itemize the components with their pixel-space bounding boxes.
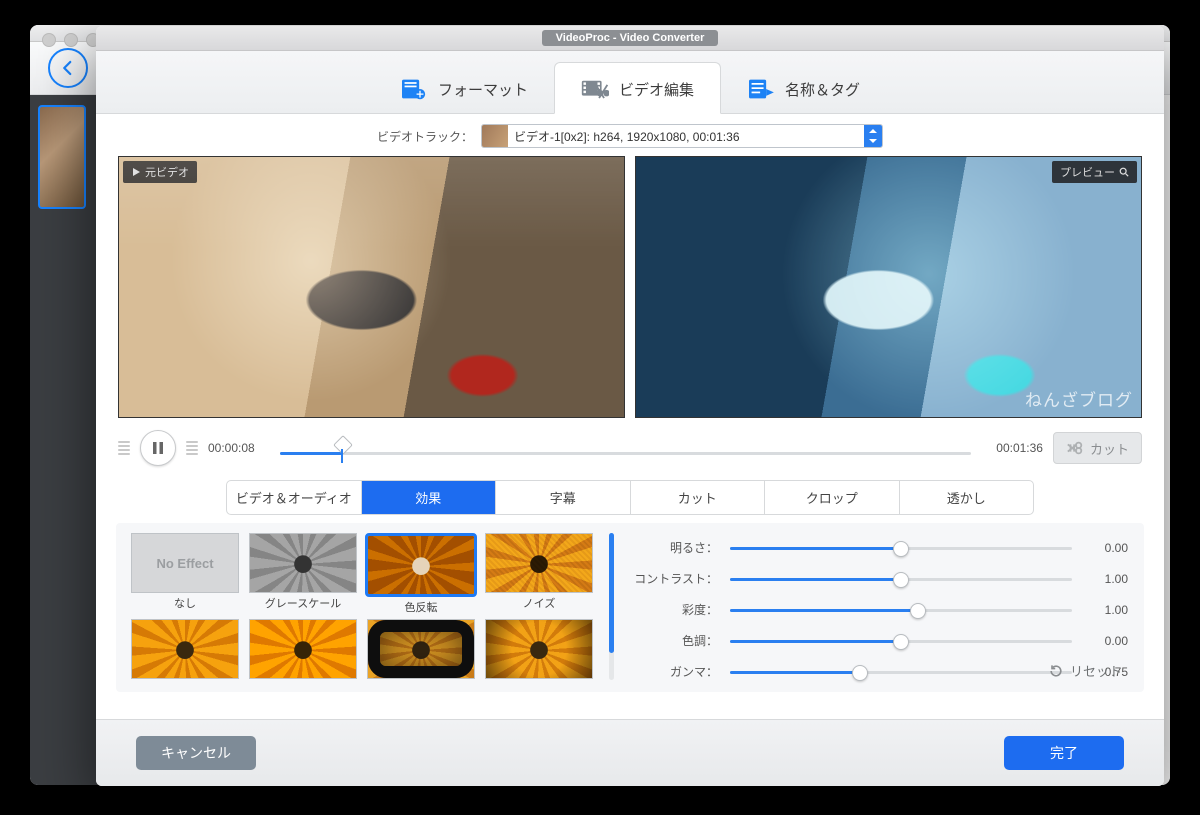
tab-video-edit[interactable]: ビデオ編集 (554, 62, 721, 114)
video-track-select[interactable]: ビデオ-1[0x2]: h264, 1920x1080, 00:01:36 (481, 124, 883, 148)
tab-video-edit-label: ビデオ編集 (619, 79, 694, 100)
reset-button[interactable]: リセット (1048, 661, 1122, 680)
effects-scrollbar[interactable] (606, 533, 614, 680)
magnify-icon (1119, 167, 1129, 177)
sub-tabs: ビデオ＆オーディオ 効果 字幕 カット クロップ 透かし (226, 480, 1034, 515)
done-button[interactable]: 完了 (1004, 736, 1124, 770)
preview-row: 元ビデオ プレビュー ねんざブログ (96, 152, 1164, 418)
tab-name-tag-label: 名称＆タグ (785, 79, 860, 100)
slider-contrast: コントラスト： 1.00 (628, 570, 1128, 587)
time-total: 00:01:36 (981, 441, 1043, 455)
minimize-dot[interactable] (64, 33, 78, 47)
effect-r2-0[interactable] (132, 619, 238, 679)
back-button[interactable] (48, 48, 88, 88)
effect-noise-thumb (485, 533, 593, 593)
reset-icon (1048, 663, 1064, 679)
slider-hue-track[interactable] (730, 634, 1072, 648)
close-dot[interactable] (42, 33, 56, 47)
subtab-effect[interactable]: 効果 (361, 481, 496, 514)
result-preview: プレビュー ねんざブログ (635, 156, 1142, 418)
tab-format-label: フォーマット (438, 79, 528, 100)
tab-format[interactable]: フォーマット (374, 63, 554, 113)
tab-name-tag[interactable]: 名称＆タグ (721, 63, 886, 113)
effect-noise[interactable]: ノイズ (486, 533, 592, 615)
effects-grid: No Effect なし グレースケール 色反転 ノイズ (132, 533, 592, 680)
effect-r2-3[interactable] (486, 619, 592, 679)
modal-titlebar: VideoProc - Video Converter (96, 26, 1164, 51)
subtab-crop[interactable]: クロップ (764, 481, 899, 514)
preview-badge[interactable]: プレビュー (1052, 161, 1137, 183)
source-badge: 元ビデオ (123, 161, 197, 183)
watermark-text: ねんざブログ (1025, 386, 1133, 411)
subtab-va[interactable]: ビデオ＆オーディオ (227, 481, 361, 514)
scissors-icon (1066, 440, 1084, 456)
effect-invert-thumb (365, 533, 477, 597)
effect-r2-1[interactable] (250, 619, 356, 679)
track-thumb-icon (482, 125, 508, 147)
slider-contrast-track[interactable] (730, 572, 1072, 586)
modal-title: VideoProc - Video Converter (542, 30, 719, 46)
effect-r2-2[interactable] (368, 619, 474, 679)
top-tabs: フォーマット ビデオ編集 名称＆タグ (96, 51, 1164, 114)
slider-gamma-track[interactable] (730, 665, 1072, 679)
video-track-row: ビデオトラック： ビデオ-1[0x2]: h264, 1920x1080, 00… (96, 114, 1164, 152)
slider-saturation-track[interactable] (730, 603, 1072, 617)
select-arrow-icon (864, 125, 882, 147)
slider-brightness: 明るさ： 0.00 (628, 539, 1128, 556)
modal-footer: キャンセル 完了 (96, 719, 1164, 786)
effect-grayscale-thumb (249, 533, 357, 593)
video-edit-modal: VideoProc - Video Converter フォーマット ビデオ編集… (96, 26, 1164, 786)
effect-none-thumb: No Effect (131, 533, 239, 593)
drag-handle-right[interactable] (186, 441, 198, 455)
subtab-subtitle[interactable]: 字幕 (495, 481, 630, 514)
play-pause-button[interactable] (140, 430, 176, 466)
name-tag-icon (747, 77, 775, 101)
subtab-watermark[interactable]: 透かし (899, 481, 1034, 514)
main-sidebar (30, 95, 106, 785)
effect-invert[interactable]: 色反転 (368, 533, 474, 615)
traffic-lights[interactable] (42, 33, 100, 47)
track-value: ビデオ-1[0x2]: h264, 1920x1080, 00:01:36 (508, 128, 864, 145)
timeline-row: 00:00:08 00:01:36 カット (96, 418, 1164, 474)
format-icon (400, 77, 428, 101)
effects-area: No Effect なし グレースケール 色反転 ノイズ (116, 523, 1144, 692)
timeline-track[interactable] (280, 432, 971, 464)
video-edit-icon (581, 77, 609, 101)
effect-none[interactable]: No Effect なし (132, 533, 238, 615)
adjust-sliders: 明るさ： 0.00 コントラスト： 1.00 彩度： 1.00 色調： 0.00… (628, 533, 1128, 680)
subtab-cut[interactable]: カット (630, 481, 765, 514)
slider-saturation: 彩度： 1.00 (628, 601, 1128, 618)
slider-brightness-track[interactable] (730, 541, 1072, 555)
source-preview: 元ビデオ (118, 156, 625, 418)
cancel-button[interactable]: キャンセル (136, 736, 256, 770)
time-current: 00:00:08 (208, 441, 270, 455)
slider-hue: 色調： 0.00 (628, 632, 1128, 649)
effect-grayscale[interactable]: グレースケール (250, 533, 356, 615)
timeline-playhead[interactable] (332, 438, 352, 458)
cut-button[interactable]: カット (1053, 432, 1142, 464)
clip-thumbnail[interactable] (38, 105, 86, 209)
video-track-label: ビデオトラック： (377, 128, 473, 145)
drag-handle-left[interactable] (118, 441, 130, 455)
